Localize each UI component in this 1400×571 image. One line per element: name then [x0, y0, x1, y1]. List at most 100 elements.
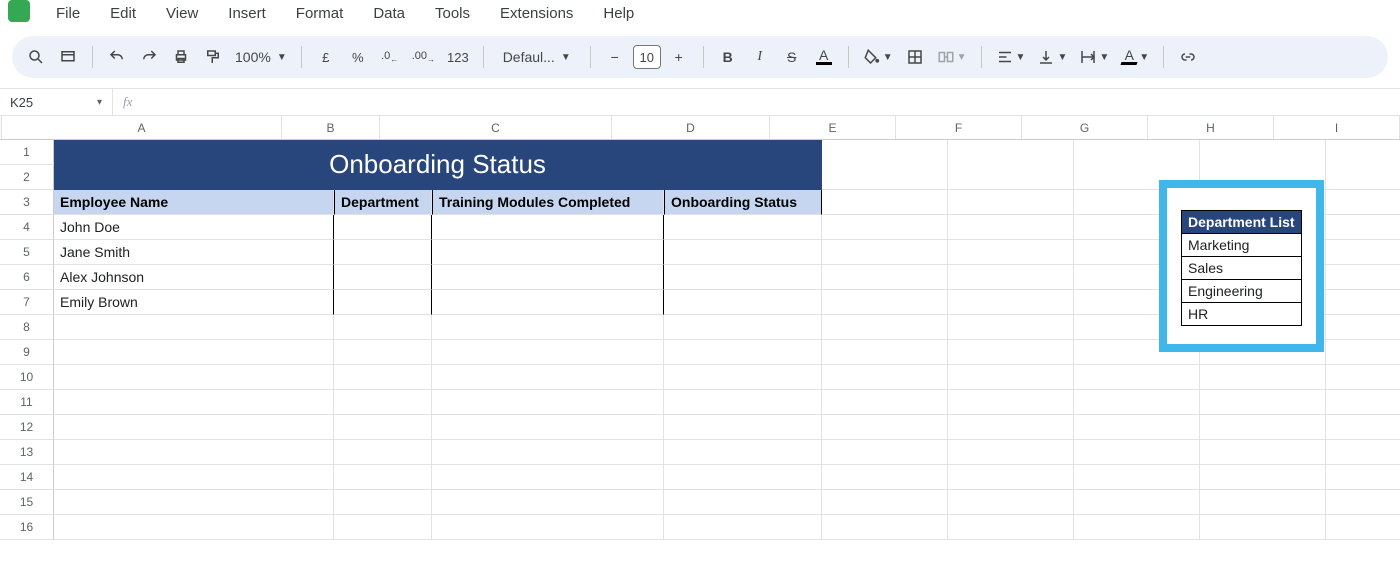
menu-format[interactable]: Format: [290, 1, 350, 26]
text-color-button[interactable]: A: [810, 43, 838, 71]
col-header-D[interactable]: D: [612, 116, 770, 139]
cell[interactable]: [822, 265, 948, 290]
decrease-font-size-button[interactable]: −: [601, 43, 629, 71]
cell[interactable]: [664, 315, 822, 340]
cell[interactable]: [432, 315, 664, 340]
department-list-header[interactable]: Department List: [1182, 211, 1302, 234]
row-header[interactable]: 11: [0, 390, 54, 415]
cell[interactable]: [948, 465, 1074, 490]
row-header[interactable]: 7: [0, 290, 54, 315]
cell[interactable]: [334, 415, 432, 440]
cell[interactable]: [948, 440, 1074, 465]
print-icon[interactable]: [167, 43, 195, 71]
cell[interactable]: [948, 340, 1074, 365]
vertical-align-button[interactable]: ▼: [1033, 43, 1071, 71]
zoom-select[interactable]: 100% ▼: [231, 43, 291, 71]
search-icon[interactable]: [22, 43, 50, 71]
cell[interactable]: [54, 340, 334, 365]
paint-format-icon[interactable]: [199, 43, 227, 71]
merge-cells-button[interactable]: ▼: [933, 43, 971, 71]
percent-button[interactable]: %: [344, 43, 372, 71]
cell[interactable]: [1074, 440, 1200, 465]
cell[interactable]: [1326, 265, 1400, 290]
cell[interactable]: [1074, 515, 1200, 540]
font-select[interactable]: Defaul... ▼: [494, 43, 580, 71]
cell[interactable]: [948, 315, 1074, 340]
cell[interactable]: [54, 490, 334, 515]
cell[interactable]: [1326, 515, 1400, 540]
menu-help[interactable]: Help: [597, 1, 640, 26]
cell[interactable]: [664, 415, 822, 440]
cell[interactable]: [822, 390, 948, 415]
cell[interactable]: [54, 465, 334, 490]
col-header-C[interactable]: C: [380, 116, 612, 139]
cell[interactable]: [948, 190, 1074, 215]
cell[interactable]: [334, 340, 432, 365]
redo-icon[interactable]: [135, 43, 163, 71]
cell[interactable]: [822, 415, 948, 440]
header-onboarding-status[interactable]: Onboarding Status: [664, 190, 822, 215]
cell[interactable]: [822, 340, 948, 365]
cell[interactable]: [822, 490, 948, 515]
cell[interactable]: [822, 515, 948, 540]
cell[interactable]: [432, 290, 664, 315]
menu-file[interactable]: File: [50, 1, 86, 26]
cell[interactable]: [822, 465, 948, 490]
cell[interactable]: [1200, 390, 1326, 415]
cell[interactable]: [664, 240, 822, 265]
cell-employee[interactable]: Jane Smith: [54, 240, 334, 265]
cell[interactable]: [334, 515, 432, 540]
text-wrap-button[interactable]: ▼: [1075, 43, 1113, 71]
col-header-G[interactable]: G: [1022, 116, 1148, 139]
increase-decimal-button[interactable]: .00→: [408, 43, 439, 71]
row-header[interactable]: 14: [0, 465, 54, 490]
cell[interactable]: [664, 265, 822, 290]
department-row[interactable]: Marketing: [1182, 234, 1302, 257]
cell[interactable]: [1326, 365, 1400, 390]
header-employee-name[interactable]: Employee Name: [54, 190, 334, 215]
horizontal-align-button[interactable]: ▼: [992, 43, 1030, 71]
col-header-E[interactable]: E: [770, 116, 896, 139]
cell[interactable]: [1326, 190, 1400, 215]
cell[interactable]: [664, 390, 822, 415]
cell-employee[interactable]: Emily Brown: [54, 290, 334, 315]
cell[interactable]: [948, 415, 1074, 440]
menu-extensions[interactable]: Extensions: [494, 1, 579, 26]
row-header[interactable]: 5: [0, 240, 54, 265]
cell[interactable]: [334, 490, 432, 515]
cell[interactable]: [432, 340, 664, 365]
cell[interactable]: [948, 215, 1074, 240]
formula-input[interactable]: [142, 89, 1400, 115]
cell[interactable]: [432, 365, 664, 390]
cell[interactable]: [334, 365, 432, 390]
cell[interactable]: [822, 365, 948, 390]
department-row[interactable]: HR: [1182, 303, 1302, 326]
header-training-modules[interactable]: Training Modules Completed: [432, 190, 664, 215]
cell[interactable]: [432, 490, 664, 515]
cell[interactable]: [54, 440, 334, 465]
cell[interactable]: [1074, 390, 1200, 415]
cell[interactable]: [1326, 440, 1400, 465]
cell[interactable]: [1200, 365, 1326, 390]
row-header[interactable]: 4: [0, 215, 54, 240]
insert-link-icon[interactable]: [1174, 43, 1202, 71]
menu-edit[interactable]: Edit: [104, 1, 142, 26]
cell[interactable]: [948, 365, 1074, 390]
cell[interactable]: [822, 440, 948, 465]
fill-color-button[interactable]: ▼: [859, 43, 897, 71]
cell[interactable]: [1200, 515, 1326, 540]
row-header[interactable]: 2: [0, 165, 54, 190]
cell[interactable]: [664, 340, 822, 365]
cell[interactable]: [432, 440, 664, 465]
cell[interactable]: [822, 315, 948, 340]
row-header[interactable]: 6: [0, 265, 54, 290]
cell[interactable]: [948, 290, 1074, 315]
col-header-A[interactable]: A: [2, 116, 282, 139]
cell[interactable]: [54, 315, 334, 340]
row-header[interactable]: 3: [0, 190, 54, 215]
menu-tools[interactable]: Tools: [429, 1, 476, 26]
cell[interactable]: [1326, 140, 1400, 190]
cell[interactable]: [948, 490, 1074, 515]
col-header-B[interactable]: B: [282, 116, 380, 139]
department-row[interactable]: Sales: [1182, 257, 1302, 280]
